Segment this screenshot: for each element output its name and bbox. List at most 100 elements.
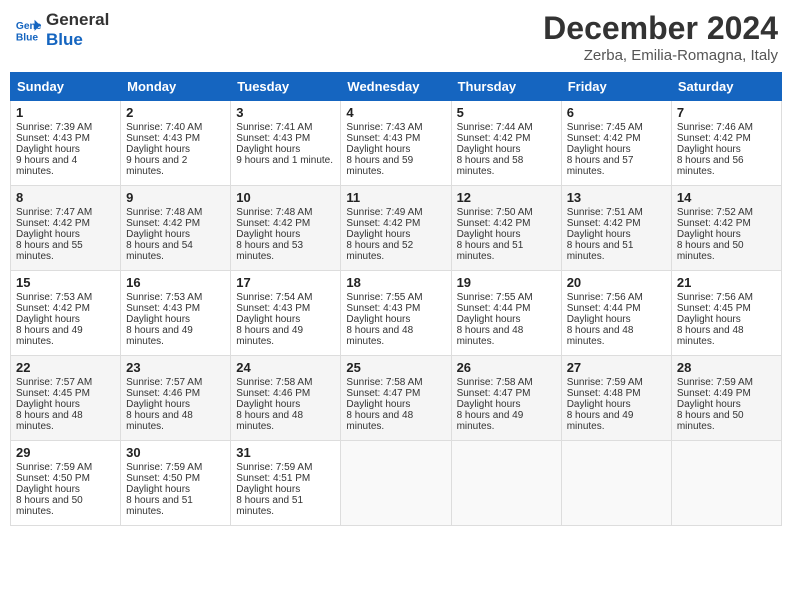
calendar-cell: 22 Sunrise: 7:57 AMSunset: 4:45 PMDayligh… <box>11 356 121 441</box>
day-number: 23 <box>126 360 225 375</box>
day-header-friday: Friday <box>561 73 671 101</box>
day-info: Sunrise: 7:48 AMSunset: 4:42 PMDaylight … <box>236 207 312 262</box>
week-row-5: 29Sunrise: 7:59 AMSunset: 4:50 PMDayligh… <box>11 441 782 526</box>
day-number: 15 <box>16 275 115 290</box>
day-info: Sunrise: 7:56 AMSunset: 4:44 PMDaylight … <box>567 292 643 347</box>
day-header-sunday: Sunday <box>11 73 121 101</box>
day-number: 19 <box>457 275 556 290</box>
title-area: December 2024 Zerba, Emilia-Romagna, Ita… <box>543 10 778 64</box>
day-header-monday: Monday <box>121 73 231 101</box>
day-number: 24 <box>236 360 335 375</box>
day-number: 27 <box>567 360 666 375</box>
day-info: Sunrise: 7:41 AMSunset: 4:43 PMDaylight … <box>236 122 333 166</box>
calendar-cell: 6 Sunrise: 7:45 AMSunset: 4:42 PMDaylight… <box>561 101 671 186</box>
logo-text-blue: Blue <box>46 30 109 50</box>
day-number: 26 <box>457 360 556 375</box>
calendar-cell: 24 Sunrise: 7:58 AMSunset: 4:46 PMDayligh… <box>231 356 341 441</box>
day-number: 7 <box>677 105 776 120</box>
day-number: 18 <box>346 275 445 290</box>
calendar-cell: 11 Sunrise: 7:49 AMSunset: 4:42 PMDayligh… <box>341 186 451 271</box>
day-info: Sunrise: 7:59 AMSunset: 4:50 PMDaylight … <box>16 462 92 517</box>
day-header-thursday: Thursday <box>451 73 561 101</box>
day-number: 30 <box>126 445 225 460</box>
calendar-cell: 12 Sunrise: 7:50 AMSunset: 4:42 PMDayligh… <box>451 186 561 271</box>
calendar-cell: 7Sunrise: 7:46 AMSunset: 4:42 PMDaylight… <box>671 101 781 186</box>
day-info: Sunrise: 7:59 AMSunset: 4:48 PMDaylight … <box>567 377 643 432</box>
calendar-cell <box>341 441 451 526</box>
calendar-cell: 10Sunrise: 7:48 AMSunset: 4:42 PMDayligh… <box>231 186 341 271</box>
calendar-cell: 26Sunrise: 7:58 AMSunset: 4:47 PMDayligh… <box>451 356 561 441</box>
calendar-cell: 30 Sunrise: 7:59 AMSunset: 4:50 PMDayligh… <box>121 441 231 526</box>
day-info: Sunrise: 7:58 AMSunset: 4:47 PMDaylight … <box>346 377 422 432</box>
day-number: 5 <box>457 105 556 120</box>
calendar-cell: 31 Sunrise: 7:59 AMSunset: 4:51 PMDayligh… <box>231 441 341 526</box>
day-info: Sunrise: 7:47 AMSunset: 4:42 PMDaylight … <box>16 207 92 262</box>
day-info: Sunrise: 7:51 AMSunset: 4:42 PMDaylight … <box>567 207 643 262</box>
day-number: 12 <box>457 190 556 205</box>
calendar-cell: 28 Sunrise: 7:59 AMSunset: 4:49 PMDayligh… <box>671 356 781 441</box>
calendar-cell: 23Sunrise: 7:57 AMSunset: 4:46 PMDayligh… <box>121 356 231 441</box>
calendar-cell <box>561 441 671 526</box>
day-info: Sunrise: 7:59 AMSunset: 4:50 PMDaylight … <box>126 462 202 517</box>
day-info: Sunrise: 7:59 AMSunset: 4:49 PMDaylight … <box>677 377 753 432</box>
calendar-cell: 2Sunrise: 7:40 AMSunset: 4:43 PMDaylight… <box>121 101 231 186</box>
day-info: Sunrise: 7:50 AMSunset: 4:42 PMDaylight … <box>457 207 533 262</box>
week-row-2: 8Sunrise: 7:47 AMSunset: 4:42 PMDaylight… <box>11 186 782 271</box>
day-number: 11 <box>346 190 445 205</box>
day-info: Sunrise: 7:58 AMSunset: 4:46 PMDaylight … <box>236 377 312 432</box>
month-title: December 2024 <box>543 10 778 47</box>
day-info: Sunrise: 7:45 AMSunset: 4:42 PMDaylight … <box>567 122 643 177</box>
day-number: 13 <box>567 190 666 205</box>
calendar-cell: 15 Sunrise: 7:53 AMSunset: 4:42 PMDayligh… <box>11 271 121 356</box>
day-number: 22 <box>16 360 115 375</box>
day-number: 3 <box>236 105 335 120</box>
day-info: Sunrise: 7:44 AMSunset: 4:42 PMDaylight … <box>457 122 533 177</box>
days-header-row: SundayMondayTuesdayWednesdayThursdayFrid… <box>11 73 782 101</box>
day-header-tuesday: Tuesday <box>231 73 341 101</box>
day-info: Sunrise: 7:54 AMSunset: 4:43 PMDaylight … <box>236 292 312 347</box>
calendar-cell: 27 Sunrise: 7:59 AMSunset: 4:48 PMDayligh… <box>561 356 671 441</box>
calendar-cell: 14 Sunrise: 7:52 AMSunset: 4:42 PMDayligh… <box>671 186 781 271</box>
calendar-table: SundayMondayTuesdayWednesdayThursdayFrid… <box>10 72 782 526</box>
logo-text-general: General <box>46 10 109 30</box>
day-number: 28 <box>677 360 776 375</box>
calendar-cell: 21Sunrise: 7:56 AMSunset: 4:45 PMDayligh… <box>671 271 781 356</box>
day-number: 4 <box>346 105 445 120</box>
logo: General Blue General Blue <box>14 10 109 51</box>
day-info: Sunrise: 7:48 AMSunset: 4:42 PMDaylight … <box>126 207 202 262</box>
day-number: 25 <box>346 360 445 375</box>
calendar-cell: 16Sunrise: 7:53 AMSunset: 4:43 PMDayligh… <box>121 271 231 356</box>
calendar-body: 1Sunrise: 7:39 AMSunset: 4:43 PMDaylight… <box>11 101 782 526</box>
calendar-cell: 20 Sunrise: 7:56 AMSunset: 4:44 PMDayligh… <box>561 271 671 356</box>
calendar-cell: 8Sunrise: 7:47 AMSunset: 4:42 PMDaylight… <box>11 186 121 271</box>
location-title: Zerba, Emilia-Romagna, Italy <box>543 47 778 64</box>
calendar-cell: 25 Sunrise: 7:58 AMSunset: 4:47 PMDayligh… <box>341 356 451 441</box>
day-info: Sunrise: 7:49 AMSunset: 4:42 PMDaylight … <box>346 207 422 262</box>
day-info: Sunrise: 7:53 AMSunset: 4:42 PMDaylight … <box>16 292 92 347</box>
day-info: Sunrise: 7:53 AMSunset: 4:43 PMDaylight … <box>126 292 202 347</box>
logo-icon: General Blue <box>14 16 42 44</box>
day-info: Sunrise: 7:59 AMSunset: 4:51 PMDaylight … <box>236 462 312 517</box>
day-info: Sunrise: 7:55 AMSunset: 4:43 PMDaylight … <box>346 292 422 347</box>
calendar-cell: 1Sunrise: 7:39 AMSunset: 4:43 PMDaylight… <box>11 101 121 186</box>
day-number: 31 <box>236 445 335 460</box>
day-number: 14 <box>677 190 776 205</box>
calendar-cell <box>671 441 781 526</box>
calendar-cell: 29Sunrise: 7:59 AMSunset: 4:50 PMDayligh… <box>11 441 121 526</box>
week-row-1: 1Sunrise: 7:39 AMSunset: 4:43 PMDaylight… <box>11 101 782 186</box>
calendar-cell: 18 Sunrise: 7:55 AMSunset: 4:43 PMDayligh… <box>341 271 451 356</box>
day-number: 21 <box>677 275 776 290</box>
day-info: Sunrise: 7:43 AMSunset: 4:43 PMDaylight … <box>346 122 422 177</box>
day-header-saturday: Saturday <box>671 73 781 101</box>
day-info: Sunrise: 7:55 AMSunset: 4:44 PMDaylight … <box>457 292 533 347</box>
calendar-cell: 5 Sunrise: 7:44 AMSunset: 4:42 PMDaylight… <box>451 101 561 186</box>
day-header-wednesday: Wednesday <box>341 73 451 101</box>
day-number: 20 <box>567 275 666 290</box>
day-info: Sunrise: 7:39 AMSunset: 4:43 PMDaylight … <box>16 122 92 177</box>
day-number: 9 <box>126 190 225 205</box>
day-number: 6 <box>567 105 666 120</box>
day-info: Sunrise: 7:52 AMSunset: 4:42 PMDaylight … <box>677 207 753 262</box>
calendar-cell: 17Sunrise: 7:54 AMSunset: 4:43 PMDayligh… <box>231 271 341 356</box>
day-info: Sunrise: 7:57 AMSunset: 4:45 PMDaylight … <box>16 377 92 432</box>
day-info: Sunrise: 7:40 AMSunset: 4:43 PMDaylight … <box>126 122 202 177</box>
